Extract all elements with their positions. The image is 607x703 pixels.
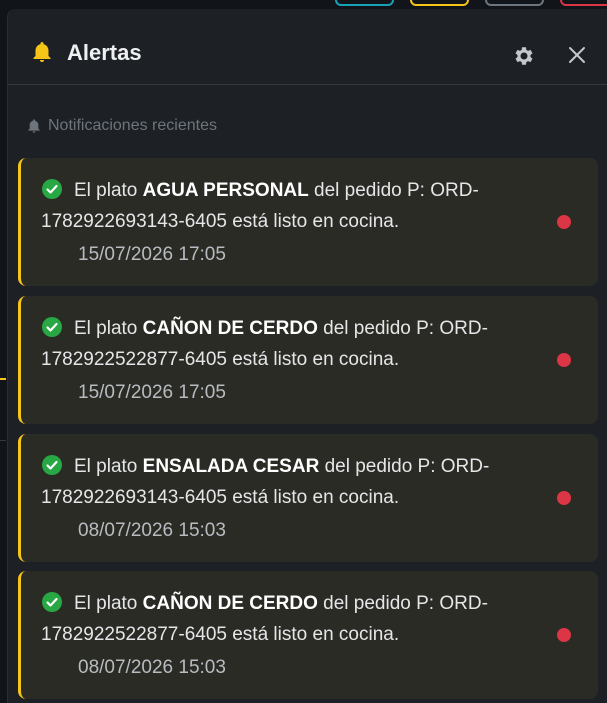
dish-name: AGUA PERSONAL bbox=[142, 180, 309, 201]
unread-dot bbox=[557, 491, 571, 505]
notification-message: El plato ENSALADA CESAR del pedido P: OR… bbox=[41, 456, 490, 508]
bell-icon bbox=[33, 42, 51, 62]
background-button bbox=[560, 0, 607, 6]
notification-message: El plato CAÑON DE CERDO del pedido P: OR… bbox=[41, 593, 488, 645]
background-button bbox=[485, 0, 544, 6]
section-label: Notificaciones recientes bbox=[26, 117, 217, 135]
notification-time: 15/07/2026 17:05 bbox=[78, 244, 226, 265]
dish-name: ENSALADA CESAR bbox=[142, 456, 320, 477]
bell-small-icon bbox=[28, 119, 40, 133]
unread-dot bbox=[557, 353, 571, 367]
dish-name: CAÑON DE CERDO bbox=[142, 318, 318, 339]
background-divider bbox=[0, 440, 6, 441]
notification-time: 08/07/2026 15:03 bbox=[78, 520, 226, 541]
alerts-panel: Alertas Notificaciones recientes El plat… bbox=[7, 9, 607, 703]
notification-message: El plato AGUA PERSONAL del pedido P: ORD… bbox=[41, 180, 479, 232]
notification-card[interactable]: El plato CAÑON DE CERDO del pedido P: OR… bbox=[18, 571, 598, 699]
dish-name: CAÑON DE CERDO bbox=[142, 593, 318, 614]
panel-header: Alertas bbox=[8, 9, 607, 85]
section-label-text: Notificaciones recientes bbox=[48, 117, 217, 134]
notification-card[interactable]: El plato CAÑON DE CERDO del pedido P: OR… bbox=[18, 296, 598, 424]
notification-time: 15/07/2026 17:05 bbox=[78, 382, 226, 403]
notification-message: El plato CAÑON DE CERDO del pedido P: OR… bbox=[41, 318, 488, 370]
panel-title: Alertas bbox=[67, 40, 142, 65]
notification-card[interactable]: El plato AGUA PERSONAL del pedido P: ORD… bbox=[18, 158, 598, 286]
background-button bbox=[410, 0, 469, 6]
unread-dot bbox=[557, 628, 571, 642]
unread-dot bbox=[557, 215, 571, 229]
notification-time: 08/07/2026 15:03 bbox=[78, 657, 226, 678]
notification-card[interactable]: El plato ENSALADA CESAR del pedido P: OR… bbox=[18, 434, 598, 562]
background-accent bbox=[0, 378, 6, 380]
close-icon[interactable] bbox=[567, 45, 587, 65]
background-button bbox=[335, 0, 394, 6]
gear-icon[interactable] bbox=[512, 44, 536, 68]
